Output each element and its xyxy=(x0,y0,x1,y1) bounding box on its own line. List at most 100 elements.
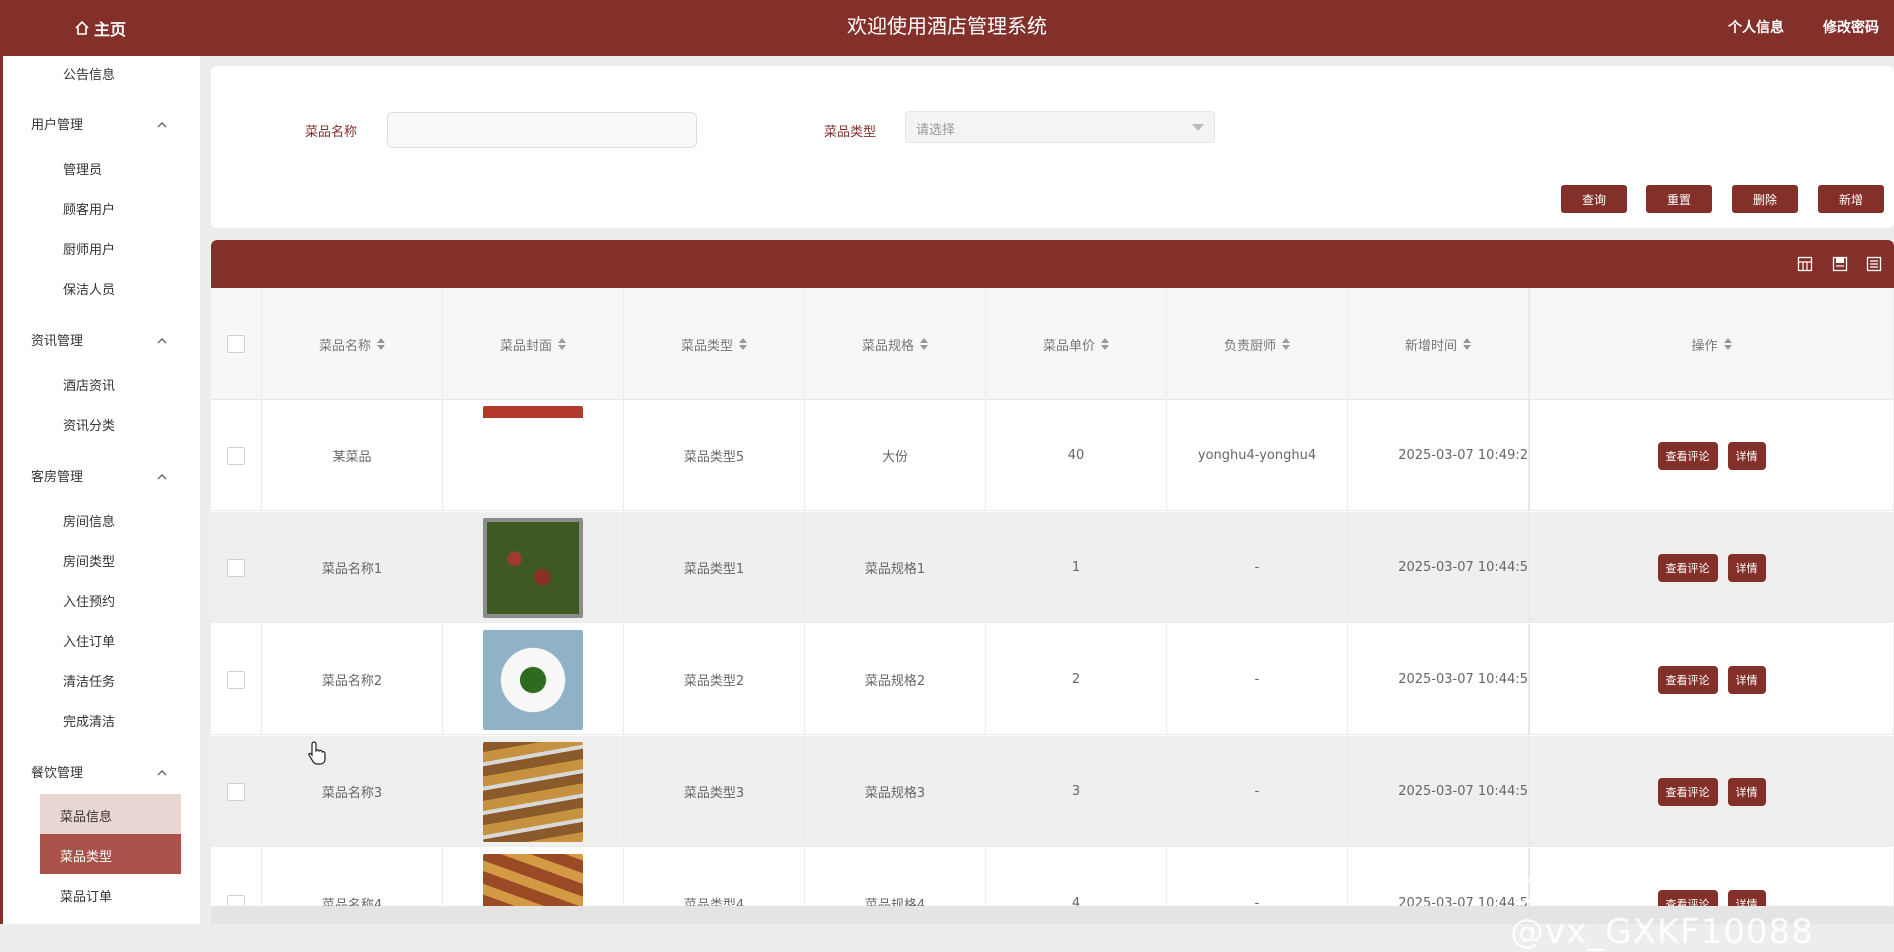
sidebar-item-notice[interactable]: 公告信息 xyxy=(63,64,115,83)
sidebar-item-cleaner[interactable]: 保洁人员 xyxy=(63,279,115,298)
sidebar-item-cleaning-task[interactable]: 清洁任务 xyxy=(63,671,115,690)
dish-type-placeholder: 请选择 xyxy=(916,123,956,138)
query-button[interactable]: 查询 xyxy=(1561,185,1627,213)
table-row: 某菜品 菜品类型5 大份 40 yonghu4-yonghu4 2025-03-07 10… xyxy=(211,400,1894,511)
sidebar-group-user[interactable]: 用户管理 xyxy=(31,114,83,133)
col-header[interactable]: 菜品类型 xyxy=(624,288,805,400)
row-checkbox[interactable] xyxy=(227,558,245,577)
chevron-up-icon[interactable] xyxy=(155,334,169,348)
dish-name-cell: 菜品名称4 xyxy=(262,848,443,906)
view-comments-button[interactable]: 查看评论 xyxy=(1657,777,1718,806)
detail-button[interactable]: 详情 xyxy=(1727,553,1766,582)
actions-cell: 查看评论 详情 xyxy=(1529,736,1894,847)
dish-price-cell: 2 xyxy=(986,624,1167,735)
view-comments-button[interactable]: 查看评论 xyxy=(1657,441,1718,470)
detail-button[interactable]: 详情 xyxy=(1727,441,1766,470)
sidebar-item-dish-info[interactable]: 菜品信息 xyxy=(60,806,112,825)
sort-icon[interactable] xyxy=(558,338,566,350)
select-all-checkbox[interactable] xyxy=(227,335,245,353)
row-checkbox[interactable] xyxy=(227,782,245,801)
detail-button[interactable]: 详情 xyxy=(1727,665,1766,694)
columns-icon[interactable] xyxy=(1797,256,1813,272)
col-header[interactable]: 新增时间 xyxy=(1348,288,1529,400)
dish-cover-cell xyxy=(443,400,624,511)
sort-icon[interactable] xyxy=(1723,338,1732,350)
top-bar: 主页 欢迎使用酒店管理系统 个人信息 修改密码 xyxy=(0,0,1894,56)
dish-type-cell: 菜品类型1 xyxy=(624,512,805,623)
dish-table: 菜品名称 菜品封面 菜品类型 菜品规格 菜品单价 负责厨师 新增时间 操作 某菜… xyxy=(211,240,1894,906)
chef-cell: yonghu4-yonghu4 xyxy=(1167,400,1348,511)
sidebar-item-hotel-news[interactable]: 酒店资讯 xyxy=(63,375,115,394)
col-header[interactable]: 操作 xyxy=(1529,288,1894,400)
col-header[interactable]: 菜品规格 xyxy=(805,288,986,400)
reset-button[interactable]: 重置 xyxy=(1646,185,1712,213)
detail-button[interactable]: 详情 xyxy=(1727,777,1766,806)
watermark: CSDN @vx_GXKF10088 xyxy=(1510,872,1814,952)
sort-icon[interactable] xyxy=(1463,338,1471,350)
hand-cursor-icon xyxy=(308,741,326,765)
sort-icon[interactable] xyxy=(1101,338,1109,350)
sidebar-item-checkin-order[interactable]: 入住订单 xyxy=(63,631,115,650)
dish-cover-image xyxy=(483,517,583,618)
row-select-cell xyxy=(211,736,262,847)
sort-icon[interactable] xyxy=(1282,338,1290,350)
chef-cell: - xyxy=(1167,512,1348,623)
view-comments-button[interactable]: 查看评论 xyxy=(1657,553,1718,582)
sidebar-item-room-info[interactable]: 房间信息 xyxy=(63,511,115,530)
chevron-up-icon[interactable] xyxy=(155,470,169,484)
sidebar-item-admin[interactable]: 管理员 xyxy=(63,159,102,178)
row-select-cell xyxy=(211,848,262,906)
created-time-cell: 2025-03-07 10:44:5 xyxy=(1348,736,1529,847)
dish-cover-image xyxy=(483,741,583,842)
col-header[interactable]: 负责厨师 xyxy=(1167,288,1348,400)
sidebar-item-news-category[interactable]: 资讯分类 xyxy=(63,415,115,434)
sidebar-group-room[interactable]: 客房管理 xyxy=(31,466,83,485)
dish-type-cell: 菜品类型3 xyxy=(624,736,805,847)
dish-type-select[interactable]: 请选择 xyxy=(905,111,1215,143)
dish-price-cell: 4 xyxy=(986,848,1167,906)
dish-name-cell: 菜品名称2 xyxy=(262,624,443,735)
export-icon[interactable] xyxy=(1832,256,1848,272)
profile-link[interactable]: 个人信息 xyxy=(1728,17,1784,37)
sidebar-item-dish-type[interactable]: 菜品类型 xyxy=(60,846,112,865)
table-toolbar xyxy=(211,240,1894,288)
row-checkbox[interactable] xyxy=(227,446,245,465)
dish-name-label: 菜品名称 xyxy=(305,125,358,140)
sidebar-group-catering[interactable]: 餐饮管理 xyxy=(31,762,83,781)
sidebar-item-dish-order[interactable]: 菜品订单 xyxy=(60,886,112,905)
change-password-link[interactable]: 修改密码 xyxy=(1823,17,1879,37)
system-title: 欢迎使用酒店管理系统 xyxy=(847,14,1047,38)
dish-cover-cell xyxy=(443,736,624,847)
sort-icon[interactable] xyxy=(920,338,928,350)
add-button[interactable]: 新增 xyxy=(1818,185,1884,213)
dish-price-cell: 40 xyxy=(986,400,1167,511)
created-time-cell: 2025-03-07 10:44:5 xyxy=(1348,512,1529,623)
sidebar-item-chef[interactable]: 厨师用户 xyxy=(63,239,115,258)
chevron-up-icon[interactable] xyxy=(155,766,169,780)
actions-cell: 查看评论 详情 xyxy=(1529,400,1894,511)
dish-price-cell: 1 xyxy=(986,512,1167,623)
print-icon[interactable] xyxy=(1866,256,1882,272)
dish-name-input[interactable] xyxy=(387,112,697,148)
row-checkbox[interactable] xyxy=(227,670,245,689)
sidebar-item-booking[interactable]: 入住预约 xyxy=(63,591,115,610)
col-header[interactable]: 菜品封面 xyxy=(443,288,624,400)
row-checkbox[interactable] xyxy=(227,894,245,906)
dish-name-cell: 菜品名称1 xyxy=(262,512,443,623)
col-header[interactable]: 菜品单价 xyxy=(986,288,1167,400)
select-all-cell xyxy=(211,288,262,400)
sidebar-group-news[interactable]: 资讯管理 xyxy=(31,330,83,349)
dish-cover-image xyxy=(483,405,583,506)
chevron-up-icon[interactable] xyxy=(155,118,169,132)
dish-spec-cell: 菜品规格2 xyxy=(805,624,986,735)
dish-cover-cell xyxy=(443,624,624,735)
sort-icon[interactable] xyxy=(377,338,385,350)
sort-icon[interactable] xyxy=(739,338,747,350)
col-header[interactable]: 菜品名称 xyxy=(262,288,443,400)
created-time-cell: 2025-03-07 10:49:2 xyxy=(1348,400,1529,511)
view-comments-button[interactable]: 查看评论 xyxy=(1657,665,1718,694)
sidebar-item-cleaning-done[interactable]: 完成清洁 xyxy=(63,711,115,730)
sidebar-item-customer[interactable]: 顾客用户 xyxy=(63,199,115,218)
delete-button[interactable]: 删除 xyxy=(1732,185,1798,213)
sidebar-item-room-type[interactable]: 房间类型 xyxy=(63,551,115,570)
